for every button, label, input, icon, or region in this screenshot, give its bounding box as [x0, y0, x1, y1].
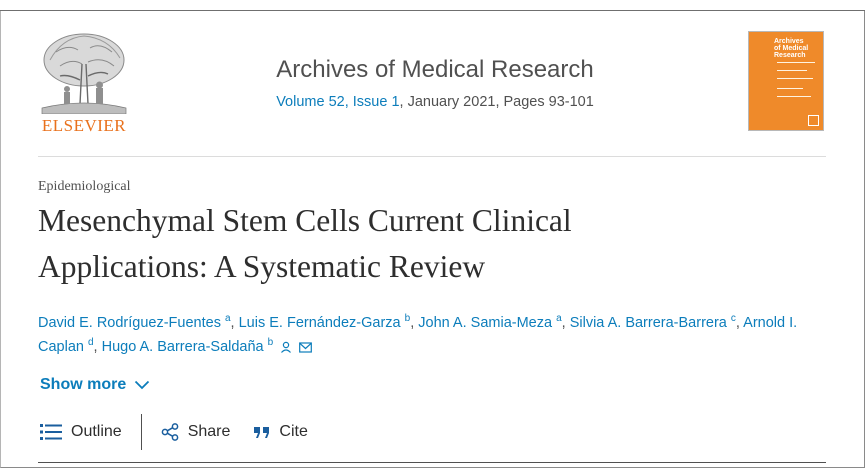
share-icon: [161, 423, 179, 441]
volume-issue-link[interactable]: Volume 52, Issue 1: [276, 94, 399, 110]
date-pages: , January 2021, Pages 93-101: [399, 94, 594, 110]
author-link[interactable]: David E. Rodríguez-Fuentes a: [38, 314, 231, 331]
show-more-label: Show more: [40, 376, 127, 393]
toolbar-bottom-divider: [38, 462, 826, 463]
outline-label: Outline: [71, 423, 122, 440]
cover-text-line: [777, 62, 815, 63]
header-divider: [38, 156, 826, 157]
author-link[interactable]: Hugo A. Barrera-Saldaña b: [102, 338, 274, 355]
journal-title-link[interactable]: Archives of Medical Research: [250, 56, 620, 84]
list-icon: [40, 424, 62, 440]
show-more-button[interactable]: Show more: [40, 376, 150, 394]
top-bar: [0, 0, 865, 11]
author-link[interactable]: Luis E. Fernández-Garza b: [239, 314, 411, 331]
envelope-icon[interactable]: [299, 342, 313, 353]
cite-label: Cite: [279, 423, 308, 440]
cover-badge-icon: [808, 115, 819, 126]
toolbar-divider: [140, 414, 142, 450]
author-link[interactable]: Silvia A. Barrera-Barrera c: [570, 314, 736, 331]
issue-info: Volume 52, Issue 1, January 2021, Pages …: [250, 94, 620, 110]
journal-cover-thumbnail[interactable]: Archives of Medical Research: [748, 31, 824, 131]
cover-text-line: [777, 96, 811, 97]
quote-icon: [254, 427, 270, 438]
author-link[interactable]: John A. Samia-Meza a: [418, 314, 561, 331]
share-label: Share: [187, 423, 231, 440]
cover-text-line: [777, 88, 803, 89]
cover-title: Archives of Medical Research: [774, 38, 809, 59]
article-title: Mesenchymal Stem Cells Current Clinical …: [38, 203, 572, 284]
elsevier-wordmark: ELSEVIER: [41, 116, 127, 135]
article-category: Epidemiological: [38, 179, 131, 194]
person-icon[interactable]: [280, 341, 292, 354]
chevron-down-icon: [135, 380, 150, 390]
elsevier-logo[interactable]: ELSEVIER: [36, 30, 132, 136]
share-button[interactable]: Share: [161, 423, 231, 441]
cover-text-line: [777, 70, 807, 71]
outline-button[interactable]: Outline: [40, 423, 122, 441]
cite-button[interactable]: Cite: [254, 423, 308, 441]
author-list: David E. Rodríguez-Fuentes a, Luis E. Fe…: [38, 313, 798, 355]
elsevier-tree-icon: [41, 33, 127, 114]
cover-text-line: [777, 78, 813, 79]
article-toolbar: Outline Share Cite: [40, 414, 308, 450]
